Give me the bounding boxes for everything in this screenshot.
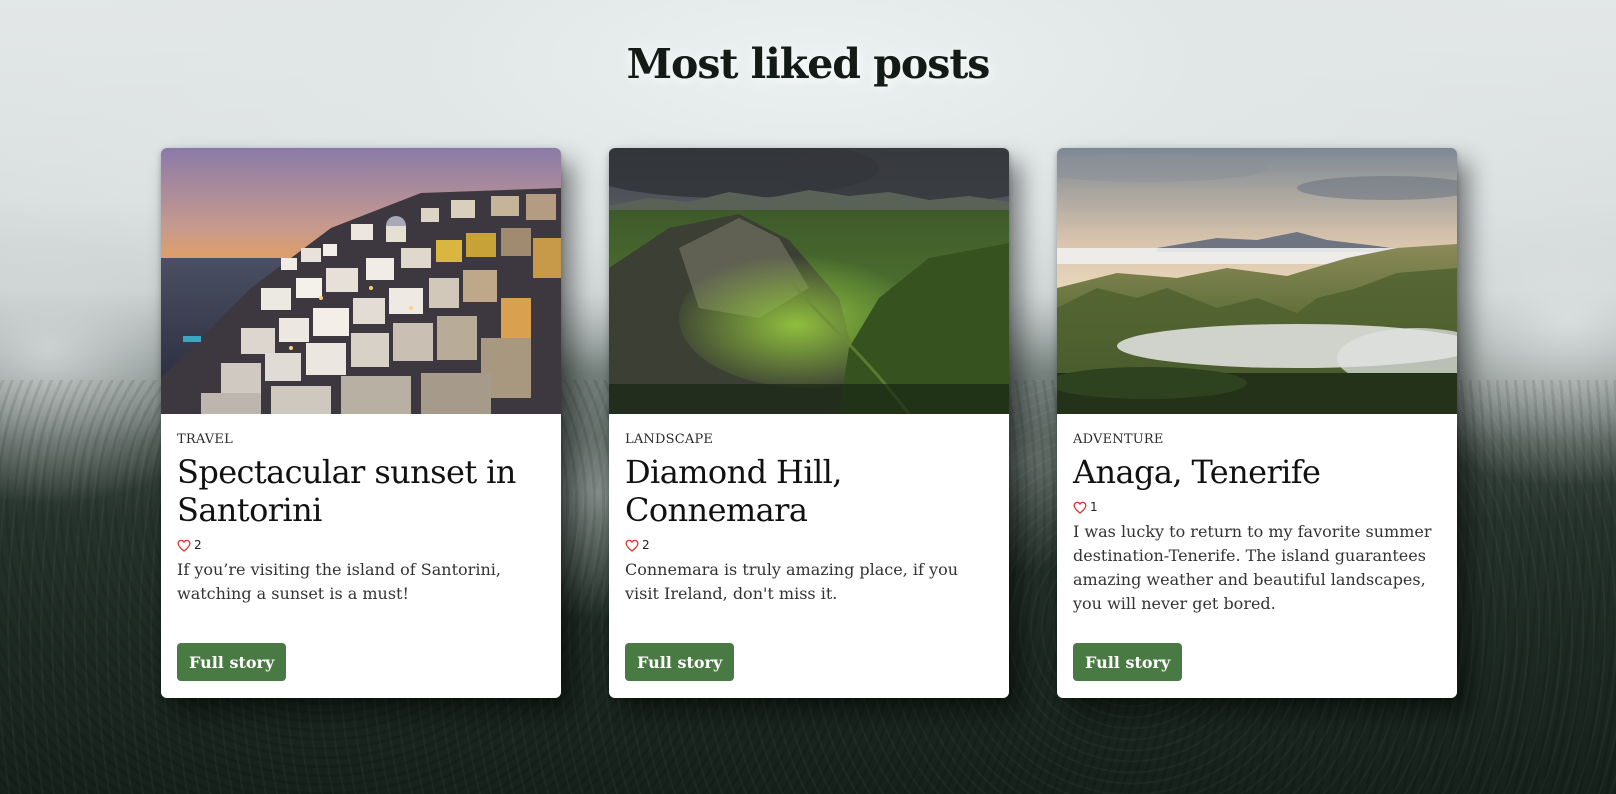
post-card: TRAVEL Spectacular sunset in Santorini 2…	[161, 148, 561, 698]
post-excerpt: Connemara is truly amazing place, if you…	[625, 560, 959, 603]
post-category: ADVENTURE	[1073, 432, 1164, 447]
post-category: LANDSCAPE	[625, 432, 714, 447]
post-likes: 1	[1073, 500, 1441, 514]
post-card: LANDSCAPE Diamond Hill, Connemara 2 Conn…	[609, 148, 1009, 698]
likes-count: 2	[642, 538, 650, 552]
heart-icon[interactable]	[625, 539, 639, 552]
post-title[interactable]: Spectacular sunset in Santorini	[177, 453, 545, 529]
page-title: Most liked posts	[626, 40, 991, 88]
post-excerpt: I was lucky to return to my favorite sum…	[1073, 522, 1432, 613]
post-image[interactable]	[609, 148, 1009, 414]
heart-icon[interactable]	[1073, 501, 1087, 514]
post-likes: 2	[625, 538, 993, 552]
post-category: TRAVEL	[177, 432, 233, 447]
heart-icon[interactable]	[177, 539, 191, 552]
full-story-button[interactable]: Full story	[1073, 643, 1183, 681]
full-story-button[interactable]: Full story	[625, 643, 735, 681]
post-image[interactable]	[161, 148, 561, 414]
full-story-button[interactable]: Full story	[177, 643, 287, 681]
post-title[interactable]: Anaga, Tenerife	[1073, 453, 1441, 491]
post-title[interactable]: Diamond Hill, Connemara	[625, 453, 993, 529]
post-likes: 2	[177, 538, 545, 552]
likes-count: 1	[1090, 500, 1098, 514]
likes-count: 2	[194, 538, 202, 552]
post-card: ADVENTURE Anaga, Tenerife 1 I was lucky …	[1057, 148, 1457, 698]
post-image[interactable]	[1057, 148, 1457, 414]
post-excerpt: If you’re visiting the island of Santori…	[177, 560, 501, 603]
